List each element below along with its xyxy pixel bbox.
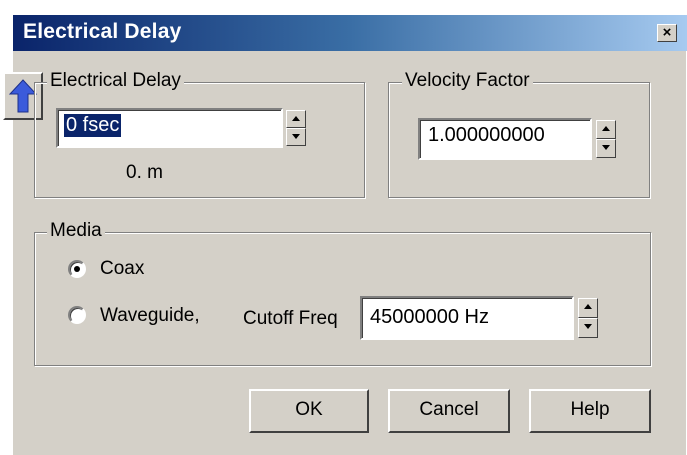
cutoff-freq-spinner[interactable] <box>578 298 598 338</box>
cutoff-freq-value: 45000000 Hz <box>370 306 489 328</box>
coax-label[interactable]: Coax <box>100 258 144 280</box>
spin-down-button[interactable] <box>286 128 306 146</box>
velocity-factor-input[interactable]: 1.000000000 <box>418 118 592 160</box>
waveguide-radio[interactable] <box>68 306 86 324</box>
spin-up-icon <box>584 304 592 309</box>
coax-radio[interactable] <box>68 260 86 278</box>
media-group-label: Media <box>47 220 105 242</box>
spin-up-icon <box>292 116 300 121</box>
spin-up-icon <box>602 126 610 131</box>
electrical-delay-group-label: Electrical Delay <box>47 70 184 92</box>
cutoff-freq-input[interactable]: 45000000 Hz <box>360 296 574 340</box>
ok-button[interactable]: OK <box>249 389 369 433</box>
close-button[interactable]: × <box>657 24 677 42</box>
spin-down-button[interactable] <box>596 139 616 158</box>
length-readout: 0. m <box>126 162 163 183</box>
spin-down-icon <box>292 134 300 139</box>
title-bar[interactable]: Electrical Delay × <box>13 15 687 51</box>
spin-up-button[interactable] <box>286 110 306 128</box>
close-icon: × <box>662 24 672 41</box>
help-button[interactable]: Help <box>529 389 651 433</box>
spin-down-button[interactable] <box>578 318 598 338</box>
waveguide-label[interactable]: Waveguide, <box>100 305 200 327</box>
velocity-factor-group-label: Velocity Factor <box>402 70 533 92</box>
spin-up-button[interactable] <box>578 298 598 318</box>
cancel-button[interactable]: Cancel <box>388 389 510 433</box>
velocity-factor-spinner[interactable] <box>596 120 616 158</box>
electrical-delay-value: 0 fsec <box>64 114 122 137</box>
spin-up-button[interactable] <box>596 120 616 139</box>
radio-selected-dot <box>74 266 80 272</box>
spin-down-icon <box>584 324 592 329</box>
electrical-delay-spinner[interactable] <box>286 110 306 146</box>
window-title: Electrical Delay <box>23 20 182 43</box>
velocity-factor-value: 1.000000000 <box>428 124 545 146</box>
cutoff-freq-label: Cutoff Freq <box>243 308 338 329</box>
spin-down-icon <box>602 145 610 150</box>
electrical-delay-input[interactable]: 0 fsec <box>56 108 283 148</box>
